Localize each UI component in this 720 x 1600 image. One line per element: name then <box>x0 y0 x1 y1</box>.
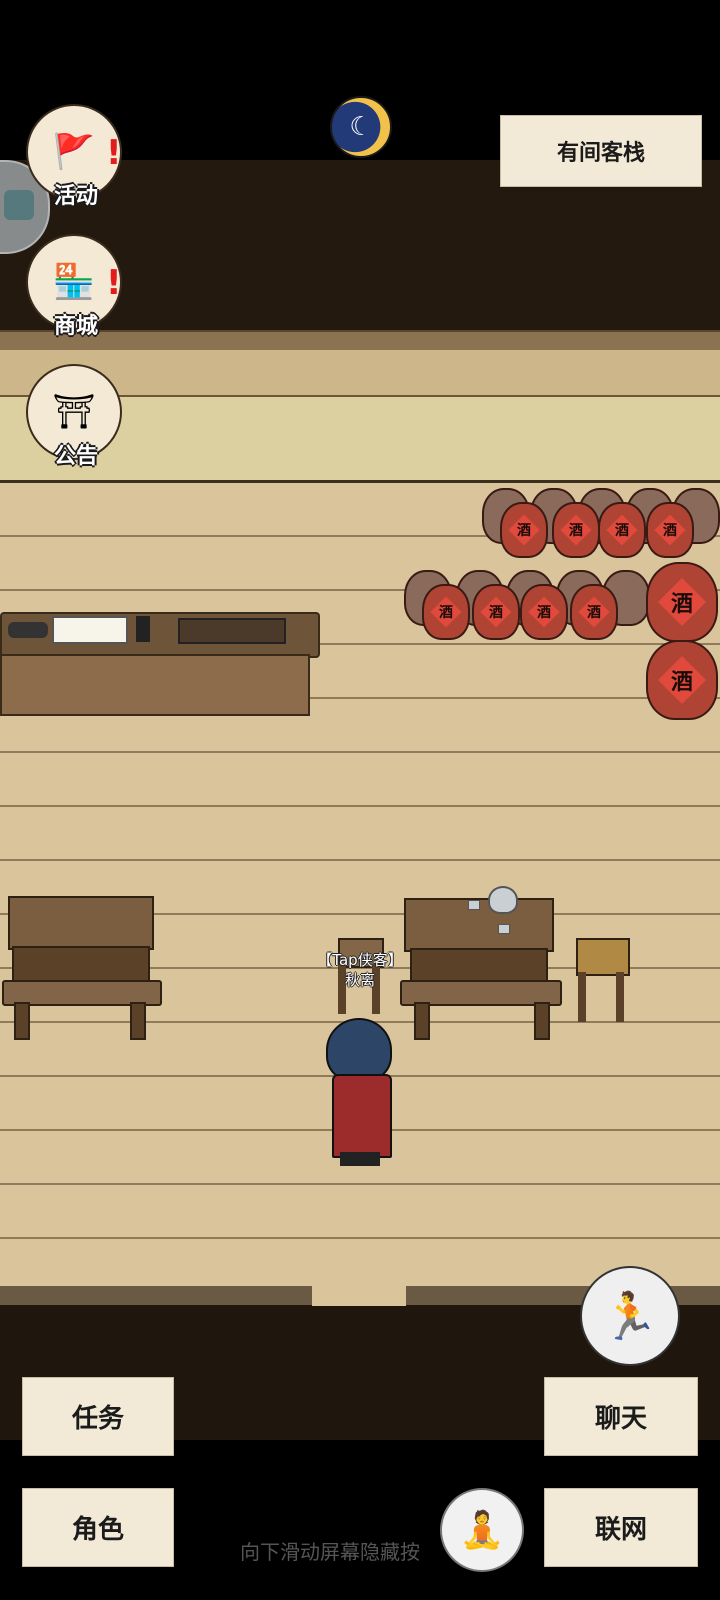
task-button[interactable]: 任务 <box>22 1377 174 1456</box>
wine-jar: 酒 <box>500 502 548 558</box>
activity-button[interactable]: 🚩 ! 活动 <box>26 104 122 209</box>
wine-jar: 酒 <box>472 584 520 640</box>
jar-label: 酒 <box>439 605 453 621</box>
jar-label: 酒 <box>670 591 694 617</box>
activity-alert-badge: ! <box>106 133 122 173</box>
abacus-icon <box>178 618 286 644</box>
shop-button[interactable]: 🏪 ! 商城 <box>26 234 122 339</box>
player-title: 【Tap侠客】 <box>317 951 403 969</box>
jar-label: 酒 <box>537 605 551 621</box>
location-label: 有间客栈 <box>500 115 702 187</box>
jar-label: 酒 <box>587 605 601 621</box>
wine-jar: 酒 <box>422 584 470 640</box>
player-body[interactable] <box>332 1074 392 1158</box>
day-night-indicator-icon: ☾ <box>330 96 392 158</box>
player-nameplate: 【Tap侠客】 秋离 <box>310 950 410 990</box>
brush-holder-icon <box>136 616 150 642</box>
floor-doorway <box>312 1286 406 1306</box>
stool-leg <box>578 972 586 1022</box>
bench-leg <box>414 1002 430 1040</box>
player-name: 秋离 <box>344 971 375 989</box>
table-skirt <box>12 946 150 984</box>
jar-label: 酒 <box>489 605 503 621</box>
sprint-button[interactable]: 🏃 <box>580 1266 680 1366</box>
table-skirt <box>410 948 548 984</box>
large-wine-jar: 酒 <box>646 562 718 642</box>
wine-jar: 酒 <box>520 584 568 640</box>
inkstone-icon <box>8 622 48 638</box>
wine-jar: 酒 <box>552 502 600 558</box>
wine-jar: 酒 <box>570 584 618 640</box>
teacup-icon <box>498 924 510 934</box>
online-button[interactable]: 联网 <box>544 1488 698 1567</box>
teapot-icon <box>488 886 518 914</box>
ledger-book-icon <box>52 616 128 644</box>
shop-label: 商城 <box>53 314 98 339</box>
table <box>8 896 154 950</box>
jar-label: 酒 <box>663 523 677 539</box>
player-character[interactable] <box>326 1018 392 1082</box>
activity-label: 活动 <box>53 184 98 209</box>
running-man-icon: 🏃 <box>601 1288 659 1343</box>
wine-jar: 酒 <box>646 502 694 558</box>
meditation-icon: 🧘 <box>459 1510 505 1551</box>
bench-leg <box>534 1002 550 1040</box>
meditate-button[interactable]: 🧘 <box>440 1488 524 1572</box>
role-button[interactable]: 角色 <box>22 1488 174 1567</box>
bench-leg <box>130 1002 146 1040</box>
wine-jar: 酒 <box>598 502 646 558</box>
stool-leg <box>616 972 624 1022</box>
jar-label: 酒 <box>615 523 629 539</box>
jar-label: 酒 <box>569 523 583 539</box>
player-legs <box>340 1152 380 1166</box>
shop-alert-badge: ! <box>106 263 122 303</box>
hide-buttons-hint: 向下滑动屏幕隐藏按 <box>240 1540 420 1564</box>
chat-button[interactable]: 聊天 <box>544 1377 698 1456</box>
jar-label: 酒 <box>670 669 694 695</box>
large-wine-jar: 酒 <box>646 640 718 720</box>
teacup-icon <box>468 900 480 910</box>
notice-button[interactable]: ⛩ 公告 <box>26 364 122 469</box>
counter-body <box>0 654 310 716</box>
jar-label: 酒 <box>517 523 531 539</box>
bench-leg <box>14 1002 30 1040</box>
stool <box>576 938 630 976</box>
notice-label: 公告 <box>53 444 98 469</box>
